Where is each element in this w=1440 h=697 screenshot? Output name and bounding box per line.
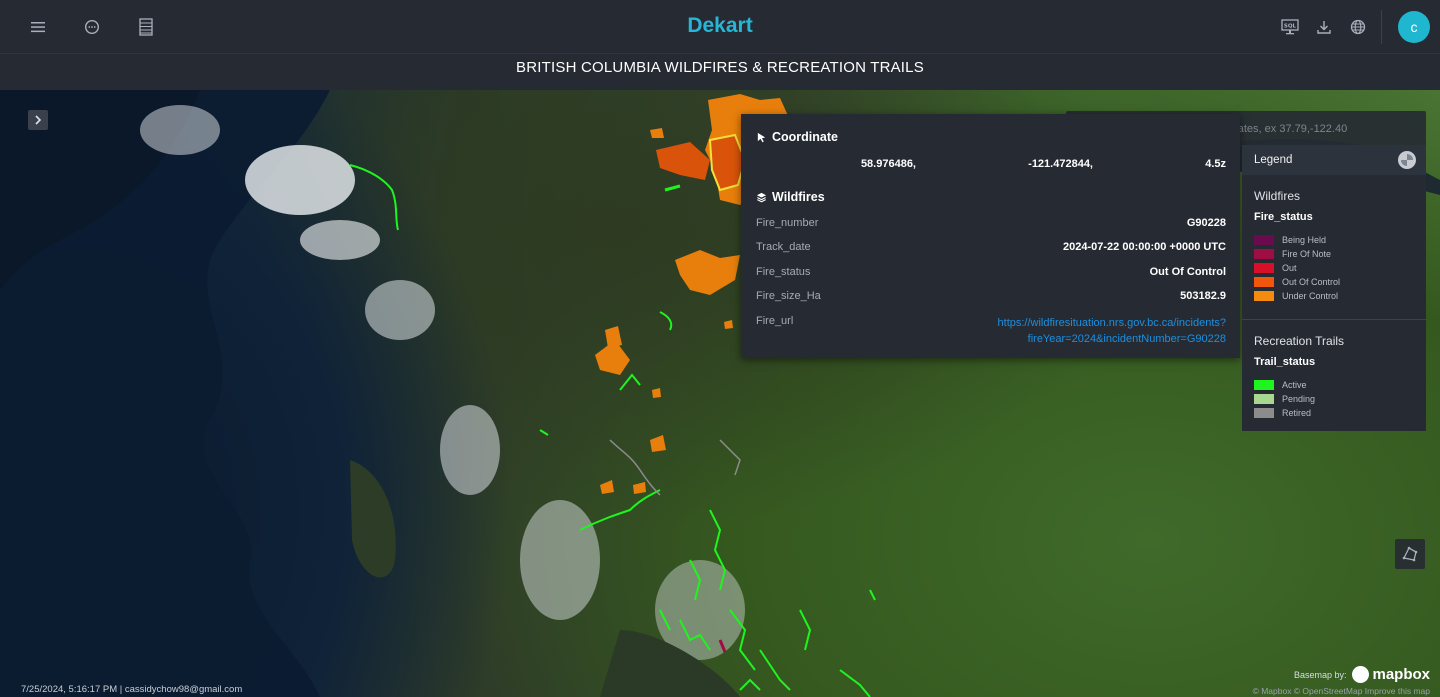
legend-swatch xyxy=(1254,249,1274,259)
legend-field-name: Trail_status xyxy=(1254,356,1316,368)
legend-swatch xyxy=(1254,277,1274,287)
mapbox-logo-icon xyxy=(1352,666,1370,683)
field-value: 2024-07-22 00:00:00 +0000 UTC xyxy=(1063,241,1226,254)
legend-item-label: Retired xyxy=(1282,408,1312,418)
sql-icon[interactable]: SQL xyxy=(1280,17,1300,37)
coordinate-zoom: 4.5z xyxy=(1205,158,1226,170)
legend-title: Legend xyxy=(1254,154,1293,166)
legend-item: Being Held xyxy=(1254,233,1414,247)
top-bar: Dekart SQL c xyxy=(0,0,1440,54)
tooltip-row: Track_date 2024-07-22 00:00:00 +0000 UTC xyxy=(756,237,1226,261)
map-legend: Legend Wildfires Fire_status Being Held … xyxy=(1242,145,1426,431)
map-credits[interactable]: © Mapbox © OpenStreetMap Improve this ma… xyxy=(1253,686,1430,696)
legend-divider xyxy=(1242,319,1426,320)
legend-layer-name: Wildfires xyxy=(1254,189,1301,203)
map-attribution: Basemap by: mapbox © Mapbox © OpenStreet… xyxy=(1253,666,1430,696)
legend-item-label: Out xyxy=(1282,263,1297,273)
tooltip-row: Fire_number G90228 xyxy=(756,213,1226,237)
legend-item-label: Fire Of Note xyxy=(1282,249,1332,259)
legend-item: Retired xyxy=(1254,406,1414,420)
field-value: Out Of Control xyxy=(1149,265,1226,278)
layer-heading-label: Wildfires xyxy=(772,190,825,204)
field-key: Fire_size_Ha xyxy=(756,290,821,303)
legend-swatch xyxy=(1254,394,1274,404)
field-key: Track_date xyxy=(756,241,811,254)
tooltip-row-url: Fire_url https://wildfiresituation.nrs.g… xyxy=(756,311,1226,345)
field-key: Fire_url xyxy=(756,314,794,327)
tooltip-row: Fire_size_Ha 503182.9 xyxy=(756,286,1226,310)
layer-heading: Wildfires xyxy=(756,190,1226,204)
legend-section-wildfires: Wildfires Fire_status Being Held Fire Of… xyxy=(1242,189,1426,303)
mapbox-logo: mapbox xyxy=(1352,666,1430,683)
legend-layer-name: Recreation Trails xyxy=(1254,334,1345,348)
legend-swatch xyxy=(1254,380,1274,390)
legend-swatch xyxy=(1254,235,1274,245)
header-separator xyxy=(1381,10,1382,44)
map-timestamp: 7/25/2024, 5:16:17 PM | cassidychow98@gm… xyxy=(21,684,243,695)
basemap-label: Basemap by: xyxy=(1293,669,1347,680)
legend-item-label: Under Control xyxy=(1282,291,1339,301)
legend-item: Pending xyxy=(1254,392,1414,406)
download-icon[interactable] xyxy=(1314,17,1334,37)
cursor-icon xyxy=(757,132,766,142)
legend-swatch xyxy=(1254,263,1274,273)
legend-item-label: Being Held xyxy=(1282,235,1327,245)
field-value: 503182.9 xyxy=(1180,290,1226,303)
coordinate-heading-label: Coordinate xyxy=(772,130,838,144)
coordinate-heading: Coordinate xyxy=(756,130,1226,144)
field-value: G90228 xyxy=(1186,217,1226,229)
layers-icon xyxy=(756,192,767,202)
legend-item-label: Pending xyxy=(1282,394,1316,404)
legend-swatch xyxy=(1254,291,1274,301)
brand-logo: Dekart xyxy=(687,14,753,37)
avatar[interactable]: c xyxy=(1398,11,1430,43)
tooltip-row: Fire_status Out Of Control xyxy=(756,262,1226,286)
feature-tooltip: Coordinate 58.976486, -121.472844, 4.5z … xyxy=(741,114,1240,358)
legend-swatch xyxy=(1254,408,1274,418)
svg-text:SQL: SQL xyxy=(1284,24,1297,30)
tooltip-fields: Fire_number G90228 Track_date 2024-07-22… xyxy=(756,213,1226,345)
field-key: Fire_status xyxy=(756,265,811,278)
field-key: Fire_number xyxy=(756,217,819,229)
legend-item-label: Out Of Control xyxy=(1282,277,1341,287)
legend-item-label: Active xyxy=(1282,380,1307,390)
coordinate-longitude: -121.472844, xyxy=(1028,158,1093,170)
coordinate-latitude: 58.976486, xyxy=(860,158,916,170)
fire-url-line2[interactable]: fireYear=2024&incidentNumber=G90228 xyxy=(1028,333,1226,345)
legend-item: Out Of Control xyxy=(1254,275,1414,289)
page-title: BRITISH COLUMBIA WILDFIRES & RECREATION … xyxy=(0,54,1440,90)
coordinate-values: 58.976486, -121.472844, 4.5z xyxy=(756,158,1226,170)
mapbox-logo-text: mapbox xyxy=(1372,666,1430,683)
globe-icon[interactable] xyxy=(1348,17,1368,37)
legend-item: Out xyxy=(1254,261,1414,275)
legend-toggle-icon[interactable] xyxy=(1398,151,1416,169)
fire-url-link[interactable]: https://wildfiresituation.nrs.gov.bc.ca/… xyxy=(966,315,1226,347)
legend-item: Fire Of Note xyxy=(1254,247,1414,261)
legend-item: Under Control xyxy=(1254,289,1414,303)
legend-item: Active xyxy=(1254,378,1414,392)
legend-field-name: Fire_status xyxy=(1254,211,1313,223)
legend-header[interactable]: Legend xyxy=(1242,145,1426,175)
expand-sidebar-button[interactable] xyxy=(28,110,48,130)
fire-url-line1[interactable]: https://wildfiresituation.nrs.gov.bc.ca/… xyxy=(998,317,1226,329)
draw-polygon-icon[interactable] xyxy=(1395,539,1425,569)
legend-section-trails: Recreation Trails Trail_status Active Pe… xyxy=(1242,334,1426,420)
